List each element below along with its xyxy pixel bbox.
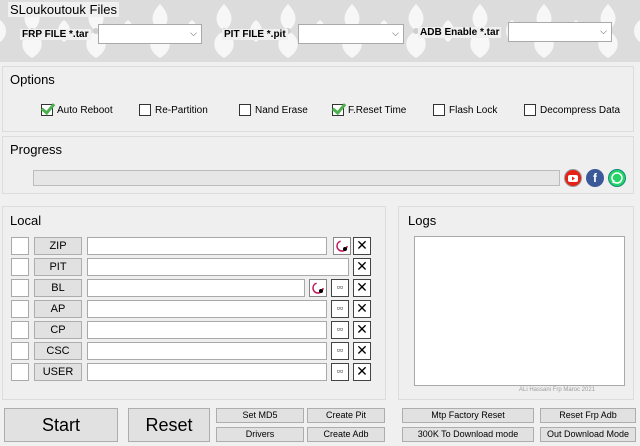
logs-watermark: ALi Hassani Frp Maroc 2021 <box>519 387 596 393</box>
pit-file-dropdown[interactable]: ⌵ <box>298 24 404 44</box>
csc-button[interactable]: CSC <box>34 342 82 360</box>
cp-clear-close-icon[interactable]: ✕ <box>353 321 371 339</box>
chevron-down-icon: ⌵ <box>392 28 399 38</box>
create-adb-button[interactable]: Create Adb <box>307 427 385 442</box>
bl-clear-close-icon[interactable]: ✕ <box>353 279 371 297</box>
out-download-mode-button[interactable]: Out Download Mode <box>540 427 636 442</box>
reset-frp-adb-button[interactable]: Reset Frp Adb <box>540 408 636 423</box>
re-partition-checkbox[interactable] <box>139 104 151 116</box>
cp-row-checkbox[interactable] <box>11 321 29 339</box>
bl-path-field[interactable] <box>87 279 305 297</box>
local-title: Local <box>10 213 42 228</box>
youtube-icon[interactable] <box>564 169 582 187</box>
bl-options-icon[interactable]: ▫▫ <box>331 279 349 297</box>
ap-row-checkbox[interactable] <box>11 300 29 318</box>
progress-bar <box>33 170 560 186</box>
chevron-down-icon: ⌵ <box>190 28 197 38</box>
logs-textarea[interactable] <box>414 236 625 386</box>
decompress-data-label: Decompress Data <box>540 105 621 116</box>
local-group: Local ZIP ✕ PIT ✕ BL ▫▫ ✕ AP ▫▫ ✕ CP ▫▫ … <box>2 206 386 400</box>
progress-title: Progress <box>10 142 63 157</box>
zip-clear-close-icon[interactable]: ✕ <box>353 237 371 255</box>
bl-button[interactable]: BL <box>34 279 82 297</box>
nand-erase-label: Nand Erase <box>255 105 308 116</box>
progress-group: Progress f <box>2 136 634 194</box>
user-path-field[interactable] <box>87 363 327 381</box>
zip-row-checkbox[interactable] <box>11 237 29 255</box>
options-group: Options Auto Reboot Re-Partition Nand Er… <box>2 66 634 132</box>
cp-options-icon[interactable]: ▫▫ <box>331 321 349 339</box>
csc-row-checkbox[interactable] <box>11 342 29 360</box>
frp-file-dropdown[interactable]: ⌵ <box>98 24 202 44</box>
ap-path-field[interactable] <box>87 300 327 318</box>
user-row-checkbox[interactable] <box>11 363 29 381</box>
header-title: SLoukoutouk Files <box>8 2 119 17</box>
reset-button[interactable]: Reset <box>128 408 210 442</box>
pit-path-field[interactable] <box>87 258 349 276</box>
pit-clear-close-icon[interactable]: ✕ <box>353 258 371 276</box>
pit-button[interactable]: PIT <box>34 258 82 276</box>
f-reset-time-label: F.Reset Time <box>348 105 407 116</box>
user-button[interactable]: USER <box>34 363 82 381</box>
pit-row-checkbox[interactable] <box>11 258 29 276</box>
ap-options-icon[interactable]: ▫▫ <box>331 300 349 318</box>
header-panel: SLoukoutouk Files FRP FILE *.tar ⌵ PIT F… <box>0 0 640 62</box>
create-pit-button[interactable]: Create Pit <box>307 408 385 423</box>
csc-path-field[interactable] <box>87 342 327 360</box>
download-300k-button[interactable]: 300K To Download mode <box>402 427 534 442</box>
logs-group: Logs ALi Hassani Frp Maroc 2021 <box>398 206 634 400</box>
auto-reboot-label: Auto Reboot <box>57 105 113 116</box>
pit-file-label: PIT FILE *.pit <box>222 29 288 40</box>
options-title: Options <box>10 72 55 87</box>
re-partition-label: Re-Partition <box>155 105 208 116</box>
csc-options-icon[interactable]: ▫▫ <box>331 342 349 360</box>
bl-spinner-icon[interactable] <box>309 279 327 297</box>
drivers-button[interactable]: Drivers <box>216 427 304 442</box>
cp-path-field[interactable] <box>87 321 327 339</box>
adb-enable-dropdown[interactable]: ⌵ <box>508 22 612 42</box>
nand-erase-checkbox[interactable] <box>239 104 251 116</box>
set-md5-button[interactable]: Set MD5 <box>216 408 304 423</box>
zip-spinner-icon[interactable] <box>333 237 351 255</box>
mtp-factory-reset-button[interactable]: Mtp Factory Reset <box>402 408 534 423</box>
csc-clear-close-icon[interactable]: ✕ <box>353 342 371 360</box>
user-clear-close-icon[interactable]: ✕ <box>353 363 371 381</box>
zip-button[interactable]: ZIP <box>34 237 82 255</box>
f-reset-time-checkbox[interactable] <box>332 104 344 116</box>
decompress-data-checkbox[interactable] <box>524 104 536 116</box>
start-button[interactable]: Start <box>4 408 118 442</box>
adb-enable-label: ADB Enable *.tar <box>418 27 502 38</box>
whatsapp-icon[interactable] <box>608 169 626 187</box>
frp-file-label: FRP FILE *.tar <box>20 29 91 40</box>
facebook-icon[interactable]: f <box>586 169 604 187</box>
cp-button[interactable]: CP <box>34 321 82 339</box>
ap-button[interactable]: AP <box>34 300 82 318</box>
chevron-down-icon: ⌵ <box>600 26 607 36</box>
flash-lock-label: Flash Lock <box>449 105 498 116</box>
ap-clear-close-icon[interactable]: ✕ <box>353 300 371 318</box>
logs-title: Logs <box>408 213 437 228</box>
zip-path-field[interactable] <box>87 237 327 255</box>
bl-row-checkbox[interactable] <box>11 279 29 297</box>
flash-lock-checkbox[interactable] <box>433 104 445 116</box>
auto-reboot-checkbox[interactable] <box>41 104 53 116</box>
user-options-icon[interactable]: ▫▫ <box>331 363 349 381</box>
